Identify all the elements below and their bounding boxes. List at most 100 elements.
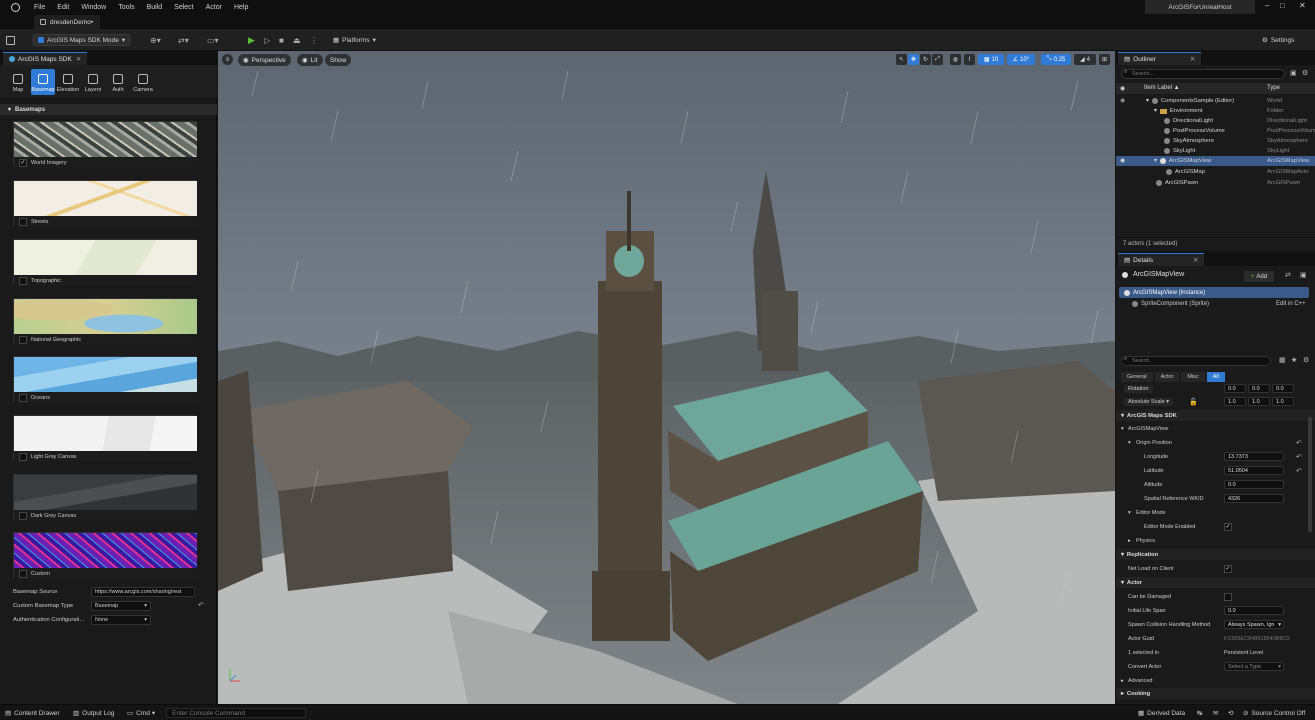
rotation-snap-button[interactable]: ∠ 10° [1007, 54, 1035, 65]
eject-button[interactable]: ⏏ [293, 34, 301, 46]
item-label-header[interactable]: Item Label ▲ [1144, 85, 1180, 91]
blueprint-icon[interactable]: ⇄ [1285, 271, 1291, 279]
menu-file[interactable]: File [34, 4, 45, 11]
basemap-checkbox[interactable] [19, 335, 27, 344]
editor-mode-row[interactable]: ▾ Editor Mode [1116, 507, 1315, 518]
basemap-topographic[interactable]: Topographic [13, 239, 197, 286]
physics-row[interactable]: ▸ Physics [1116, 535, 1315, 546]
grid-snap-button[interactable]: ▦ 10 [978, 54, 1004, 65]
add-actor-icon[interactable]: ⊕▾ [150, 34, 161, 46]
console-input[interactable]: Enter Console Command [166, 708, 306, 718]
tool-map[interactable]: Map [6, 69, 30, 95]
surface-snap-icon[interactable]: ⌇ [964, 54, 975, 65]
basemap-streets[interactable]: Streets [13, 180, 197, 227]
expand-icon[interactable]: ▾ [1146, 98, 1149, 104]
rotation-y-input[interactable]: 0.0 [1248, 384, 1270, 393]
menu-build[interactable]: Build [147, 4, 163, 11]
lock-icon[interactable]: 🔓 [1189, 398, 1198, 406]
menu-select[interactable]: Select [174, 4, 193, 11]
hamburger-menu-icon[interactable]: ≡ [222, 54, 233, 65]
sprite-component-row[interactable]: SpriteComponent (Sprite) [1132, 301, 1209, 307]
tool-auth[interactable]: Auth [106, 69, 130, 95]
section-cooking[interactable]: ▸ Cooking [1116, 688, 1315, 699]
lock-icon[interactable]: ▣ [1300, 271, 1307, 279]
basemap-checkbox[interactable] [19, 511, 27, 520]
notifications-icon[interactable]: ✉ [1213, 708, 1218, 718]
scale-icon[interactable]: ⤢ [932, 54, 943, 65]
outliner-row[interactable]: SkyLight SkyLight [1116, 146, 1315, 156]
can-damage-checkbox[interactable] [1224, 592, 1232, 601]
reset-icon[interactable]: ↶ [198, 601, 204, 609]
outliner-row[interactable]: ArcGISPawn ArcGISPawn [1116, 178, 1315, 188]
basemap-source-input[interactable]: https://www.arcgis.com/sharing/rest [91, 587, 195, 597]
outliner-row[interactable]: ▾ Environment Folder [1116, 106, 1315, 116]
menu-tools[interactable]: Tools [118, 4, 134, 11]
maximize-icon[interactable]: □ [1280, 1, 1285, 10]
blueprint-icon[interactable]: ⇄▾ [178, 34, 189, 46]
grid-view-icon[interactable]: ▦ [1279, 356, 1286, 364]
component-instance-row[interactable]: ArcGISMapView (Instance) [1119, 287, 1309, 298]
longitude-input[interactable]: 13.7373 [1224, 452, 1284, 461]
output-log-button[interactable]: ▥ Output Log [73, 708, 114, 718]
select-mode-icon[interactable]: ↖ [896, 54, 907, 65]
convert-actor-select[interactable]: Select a Type ▾ [1224, 662, 1284, 671]
editor-mode-enabled-checkbox[interactable]: ✓ [1224, 522, 1232, 531]
life-span-input[interactable]: 0.0 [1224, 606, 1284, 615]
reset-icon[interactable]: ↶ [1296, 453, 1302, 461]
section-mapview[interactable]: ▾ ArcGISMapView [1116, 423, 1315, 434]
step-button[interactable]: ▷ [264, 34, 270, 46]
outliner-search-input[interactable]: Search... [1121, 69, 1285, 79]
rotation-z-input[interactable]: 0.0 [1272, 384, 1294, 393]
star-icon[interactable]: ★ [1291, 356, 1297, 364]
tool-camera[interactable]: Camera [131, 69, 155, 95]
menu-actor[interactable]: Actor [206, 4, 222, 11]
rotation-x-input[interactable]: 0.0 [1224, 384, 1246, 393]
close-icon[interactable]: ✕ [76, 55, 81, 63]
basemap-checkbox[interactable]: ✓ [19, 158, 27, 167]
stop-button[interactable]: ■ [279, 34, 284, 46]
details-search-input[interactable]: Search [1121, 356, 1271, 366]
world-local-icon[interactable]: ◍ [950, 54, 961, 65]
expand-icon[interactable]: ▾ [1154, 108, 1157, 114]
outliner-tab[interactable]: ▤ Outliner ✕ [1118, 52, 1202, 65]
rotate-icon[interactable]: ↻ [920, 54, 931, 65]
basemap-checkbox[interactable] [19, 393, 27, 402]
reset-icon[interactable]: ↶ [1296, 467, 1302, 475]
minimize-icon[interactable]: – [1265, 1, 1269, 10]
cmd-dropdown[interactable]: ▭ Cmd ▾ [127, 708, 155, 718]
basemap-checkbox[interactable] [19, 452, 27, 461]
outliner-row[interactable]: ArcGISMap ArcGISMapActo [1116, 167, 1315, 177]
add-component-button[interactable]: + Add [1244, 271, 1274, 282]
advanced-row[interactable]: ▸ Advanced [1116, 675, 1315, 686]
perspective-button[interactable]: ◉ Perspective [238, 54, 291, 66]
outliner-row[interactable]: DirectionalLight DirectionalLight [1116, 116, 1315, 126]
basemap-custom[interactable]: Custom [13, 532, 197, 579]
gear-icon[interactable]: ⚙ [1303, 356, 1309, 364]
section-actor[interactable]: ▾ Actor [1116, 577, 1315, 588]
scale-x-input[interactable]: 1.0 [1224, 397, 1246, 406]
basemap-checkbox[interactable] [19, 217, 27, 226]
scale-y-input[interactable]: 1.0 [1248, 397, 1270, 406]
outliner-row[interactable]: SkyAtmosphere SkyAtmosphere [1116, 136, 1315, 146]
filter-general[interactable]: General [1121, 372, 1153, 382]
basemaps-section-header[interactable]: ▾ Basemaps [0, 104, 217, 115]
basemap-world-imagery[interactable]: ✓ World Imagery [13, 121, 197, 168]
translate-icon[interactable]: ✥ [908, 54, 919, 65]
content-drawer-button[interactable]: ▤ Content Drawer [5, 708, 60, 718]
show-button[interactable]: Show [325, 54, 352, 66]
settings-button[interactable]: ⚙ Settings [1262, 34, 1294, 46]
auth-config-select[interactable]: None ▾ [91, 615, 151, 625]
mode-dropdown[interactable]: ArcGIS Maps SDK Mode ▾ [33, 34, 131, 46]
more-options-icon[interactable]: ⋮ [310, 34, 318, 46]
close-icon[interactable]: ✕ [1190, 55, 1195, 63]
camera-speed-button[interactable]: ◢ 4 [1074, 54, 1096, 65]
derived-data-button[interactable]: ▦ Derived Data [1138, 708, 1185, 718]
tool-basemap[interactable]: Basemap [31, 69, 55, 95]
scale-snap-button[interactable]: ⤡ 0.25 [1041, 54, 1071, 65]
eye-icon[interactable]: ◉ [1120, 158, 1125, 164]
close-icon[interactable]: ✕ [1193, 256, 1198, 264]
basemap-light-gray-canvas[interactable]: Light Gray Canvas [13, 415, 197, 462]
basemap-national-geographic[interactable]: National Geographic [13, 298, 197, 345]
custom-basemap-type-select[interactable]: Basemap ▾ [91, 601, 151, 611]
source-control-button[interactable]: ⊘ Source Control Off [1243, 708, 1305, 718]
